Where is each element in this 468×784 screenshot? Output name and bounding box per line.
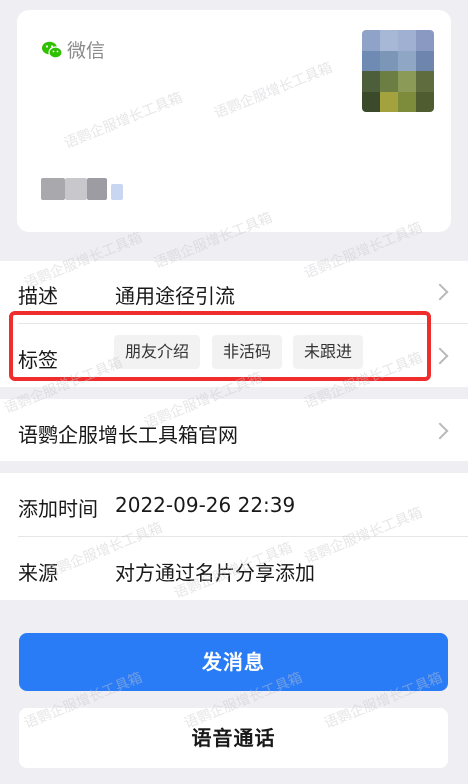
details-section: 描述 通用途径引流 标签 朋友介绍 非活码 未跟进 [0, 261, 468, 387]
description-row[interactable]: 描述 通用途径引流 [0, 261, 468, 323]
wechat-source: 微信 [41, 36, 105, 63]
added-time-row: 添加时间 2022-09-26 22:39 [0, 473, 468, 536]
source-row: 来源 对方通过名片分享添加 [0, 537, 468, 600]
source-field-label: 来源 [18, 561, 58, 585]
send-message-button[interactable]: 发消息 [19, 633, 448, 691]
chevron-right-icon [431, 422, 449, 440]
chevron-right-icon [431, 283, 449, 301]
avatar[interactable] [362, 30, 434, 112]
website-section: 语鹦企服增长工具箱官网 [0, 399, 468, 461]
description-value: 通用途径引流 [115, 284, 235, 308]
voice-call-button[interactable]: 语音通话 [19, 708, 448, 768]
source-field-value: 对方通过名片分享添加 [115, 561, 315, 585]
chevron-right-icon [431, 347, 449, 365]
meta-section: 添加时间 2022-09-26 22:39 来源 对方通过名片分享添加 [0, 473, 468, 600]
wechat-icon [41, 39, 63, 61]
nickname-blurred [41, 178, 131, 200]
website-link: 语鹦企服增长工具箱官网 [18, 423, 238, 447]
tag-chip[interactable]: 未跟进 [293, 335, 364, 369]
website-row[interactable]: 语鹦企服增长工具箱官网 [0, 399, 468, 461]
tag-chip[interactable]: 朋友介绍 [114, 335, 201, 369]
profile-card: 微信 [17, 10, 451, 232]
description-label: 描述 [18, 284, 58, 308]
tags-row[interactable]: 标签 朋友介绍 非活码 未跟进 [0, 324, 468, 387]
tag-list: 朋友介绍 非活码 未跟进 [114, 335, 374, 369]
source-label: 微信 [67, 40, 106, 62]
added-time-label: 添加时间 [18, 497, 98, 521]
tag-chip[interactable]: 非活码 [212, 335, 283, 369]
added-time-value: 2022-09-26 22:39 [115, 493, 296, 517]
tags-label: 标签 [18, 348, 58, 372]
